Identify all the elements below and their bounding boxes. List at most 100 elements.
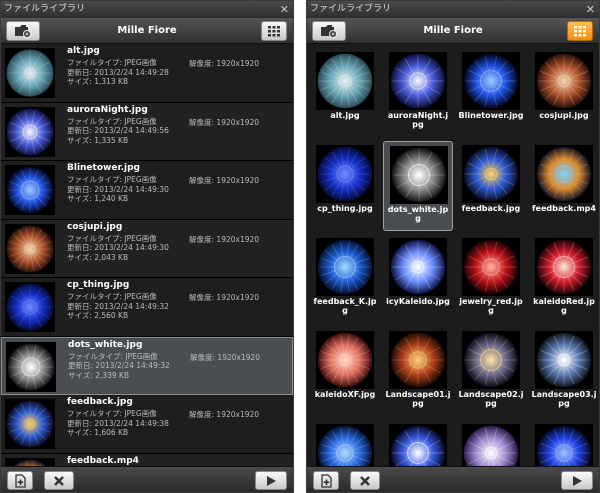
file-list-row[interactable]: dots_white.jpg ファイルタイプ: JPEG画像 更新日: 2013/2… xyxy=(1,336,293,395)
file-size-value: 2,339 KB xyxy=(95,370,130,380)
file-type: ファイルタイプ: JPEG画像 xyxy=(68,352,158,362)
play-button[interactable] xyxy=(561,471,593,490)
file-resolution-label: 解像度: xyxy=(189,59,217,68)
grid-view-button[interactable] xyxy=(261,21,287,41)
file-grid-item[interactable]: cp_thing.jpg xyxy=(310,141,380,231)
file-resolution-value: 1920x1920 xyxy=(217,352,261,362)
library-window-grid-view: ファイルライブラリ ✕ Mille Fiore alt.jpg auroraNig… xyxy=(306,0,600,493)
file-grid-item[interactable]: kaleidoXF.jpg xyxy=(310,327,380,417)
grid-view-button[interactable] xyxy=(567,21,593,41)
file-size-value: 1,240 KB xyxy=(94,194,129,203)
file-grid-item[interactable]: Blinetower.jpg xyxy=(456,48,526,138)
file-grid-item[interactable] xyxy=(529,420,599,468)
open-folder-button[interactable] xyxy=(312,21,346,41)
close-icon[interactable]: ✕ xyxy=(280,1,289,18)
file-updated-value: 2013/2/24 14:49:32 xyxy=(95,361,170,370)
file-thumbnail xyxy=(535,331,593,389)
file-thumbnail xyxy=(316,52,374,110)
file-grid-item[interactable] xyxy=(456,420,526,468)
file-thumbnail xyxy=(389,52,447,110)
file-size-label: サイズ: xyxy=(67,194,95,203)
file-name: Blinetower.jpg xyxy=(67,163,140,173)
file-grid-label: alt.jpg xyxy=(330,111,360,120)
play-button[interactable] xyxy=(255,471,287,490)
file-resolution: 解像度: 1920x1920 xyxy=(189,58,259,69)
file-updated-label: 更新日: xyxy=(67,67,95,77)
delete-button[interactable] xyxy=(44,471,74,490)
file-list-row[interactable]: cosjupi.jpg ファイルタイプ: JPEG画像 更新日: 2013/2/24… xyxy=(1,219,293,278)
thumbnail-image xyxy=(5,282,55,332)
file-grid-label: Landscape03.jpg xyxy=(531,390,597,408)
thumbnail-image xyxy=(390,146,448,204)
file-resolution-label: 解像度: xyxy=(189,176,217,185)
close-x-icon xyxy=(360,475,370,486)
file-thumbnail xyxy=(389,424,447,468)
file-grid-label: feedback.jpg xyxy=(461,204,521,213)
thumbnail-image xyxy=(535,238,593,296)
close-icon[interactable]: ✕ xyxy=(586,1,595,18)
window-titlebar: ファイルライブラリ ✕ xyxy=(307,1,599,18)
file-updated-label: 更新日: xyxy=(68,361,96,370)
file-thumbnail xyxy=(462,145,520,203)
file-grid[interactable]: alt.jpg auroraNight.jpg Blinetower.jpg cosj… xyxy=(307,44,599,468)
file-grid-item[interactable]: jewelry_red.jpg xyxy=(456,234,526,324)
file-updated-value: 2013/2/24 14:49:32 xyxy=(94,301,169,311)
file-list[interactable]: alt.jpg ファイルタイプ: JPEG画像 更新日: 2013/2/24 14:… xyxy=(1,44,293,468)
add-file-button[interactable] xyxy=(7,471,33,490)
file-type-value: JPEG画像 xyxy=(124,409,157,418)
file-list-row[interactable]: auroraNight.jpg ファイルタイプ: JPEG画像 更新日: 2013/… xyxy=(1,102,293,161)
thumbnail-image xyxy=(535,145,593,203)
play-icon xyxy=(267,475,276,486)
file-type-value: JPEG画像 xyxy=(124,175,157,184)
file-resolution: 解像度: 1920x1920 xyxy=(189,234,259,245)
file-grid-item[interactable]: Landscape01.jpg xyxy=(383,327,453,417)
folder-icon xyxy=(15,25,31,38)
file-size: サイズ: 1,313 KB xyxy=(67,77,128,87)
file-updated-value: 2013/2/24 14:49:28 xyxy=(94,67,169,77)
file-updated-value: 2013/2/24 14:49:38 xyxy=(94,418,169,428)
thumbnail-image xyxy=(535,52,593,110)
file-grid-item[interactable]: feedback.jpg xyxy=(456,141,526,231)
file-thumbnail xyxy=(5,282,55,332)
file-thumbnail xyxy=(389,238,447,296)
delete-button[interactable] xyxy=(350,471,380,490)
file-grid-item[interactable]: feedback_K.jpg xyxy=(310,234,380,324)
file-type: ファイルタイプ: JPEG画像 xyxy=(67,409,157,419)
file-updated: 更新日: 2013/2/24 14:49:28 xyxy=(67,68,169,78)
file-grid-item[interactable]: dots_white.jpg xyxy=(383,141,453,231)
file-type: ファイルタイプ: JPEG画像 xyxy=(67,234,157,244)
file-grid-label: cosjupi.jpg xyxy=(539,111,589,120)
file-grid-item[interactable]: auroraNight.jpg xyxy=(383,48,453,138)
file-resolution-label: 解像度: xyxy=(190,352,218,362)
file-grid-item[interactable]: alt.jpg xyxy=(310,48,380,138)
file-grid-item[interactable]: cosjupi.jpg xyxy=(529,48,599,138)
thumbnail-image xyxy=(462,238,520,296)
file-thumbnail xyxy=(535,145,593,203)
file-grid-item[interactable]: feedback.mp4 xyxy=(529,141,599,231)
file-grid-item[interactable]: Landscape03.jpg xyxy=(529,327,599,417)
file-list-row[interactable]: cp_thing.jpg ファイルタイプ: JPEG画像 更新日: 2013/2/2… xyxy=(1,278,293,337)
file-list-row[interactable]: Blinetower.jpg ファイルタイプ: JPEG画像 更新日: 2013/2… xyxy=(1,161,293,220)
file-list-row[interactable]: alt.jpg ファイルタイプ: JPEG画像 更新日: 2013/2/24 14:… xyxy=(1,44,293,103)
thumbnail-image xyxy=(462,331,520,389)
file-grid-item[interactable]: kaleidoRed.jpg xyxy=(529,234,599,324)
file-thumbnail xyxy=(535,52,593,110)
file-type-label: ファイルタイプ: xyxy=(67,233,125,243)
file-thumbnail xyxy=(316,331,374,389)
file-resolution-value: 1920x1920 xyxy=(216,234,260,244)
thumbnail-image xyxy=(5,106,55,157)
file-grid-label: auroraNight.jpg xyxy=(387,111,449,129)
file-thumbnail xyxy=(5,48,55,98)
open-folder-button[interactable] xyxy=(6,21,40,41)
file-size-label: サイズ: xyxy=(67,135,95,145)
file-grid-item[interactable] xyxy=(310,420,380,468)
file-grid-item[interactable] xyxy=(383,420,453,468)
thumbnail-image xyxy=(535,331,593,389)
file-thumbnail xyxy=(390,146,448,204)
file-grid-item[interactable]: Landscape02.jpg xyxy=(456,327,526,417)
thumbnail-image xyxy=(316,238,374,296)
file-grid-item[interactable]: icyKaleido.jpg xyxy=(383,234,453,324)
add-file-button[interactable] xyxy=(313,471,339,490)
thumbnail-image xyxy=(316,331,374,389)
file-list-row[interactable]: feedback.jpg ファイルタイプ: JPEG画像 更新日: 2013/2/2… xyxy=(1,395,293,454)
